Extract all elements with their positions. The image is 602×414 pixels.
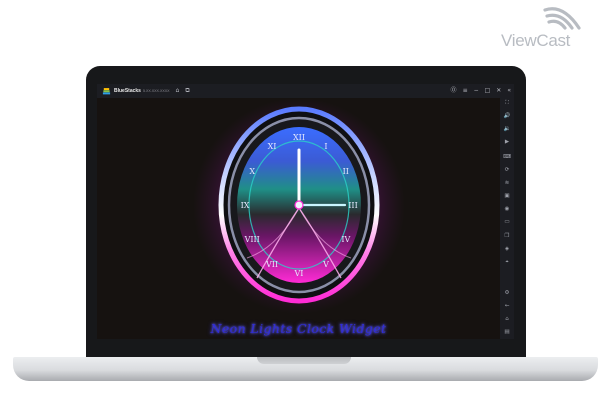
sidebar-record-icon[interactable]: ◉: [500, 206, 514, 213]
sidebar-location-icon[interactable]: ⌖: [500, 259, 514, 266]
clock-numeral: VI: [294, 269, 304, 278]
clock-numeral: VII: [265, 260, 278, 269]
window-controls: ⓪ ≡ − □ ✕ «: [445, 84, 511, 98]
menu-icon[interactable]: ≡: [463, 88, 468, 94]
neon-clock-widget: XIIIIIIIIIVVVIVIIVIIIIXXXI: [193, 98, 405, 314]
emulator-window: BlueStacks 5.XX.XXX.XXXX ⌂ ⧉ ⓪ ≡ − □ ✕ «: [97, 84, 514, 339]
clock-numeral: III: [348, 201, 357, 210]
home-icon[interactable]: ⌂: [176, 88, 180, 94]
clock-numeral: XII: [293, 133, 305, 142]
sidebar-home-icon[interactable]: ⌂: [500, 316, 514, 323]
broadcast-waves-icon: [543, 7, 581, 30]
sidebar-back-icon[interactable]: ←: [500, 303, 514, 310]
laptop-notch: [257, 357, 351, 364]
clock-numeral: X: [249, 167, 255, 176]
maximize-icon[interactable]: □: [485, 88, 491, 94]
emulator-sidebar: ⛶ 🔊 🔉 ▶ ⌨ ⟳ ≋ ▣ ◉ ▭ ❐ ◈ ⌖ ⚙ ← ⌂ ▤: [500, 98, 514, 339]
clock-numeral: II: [343, 167, 349, 176]
sidebar-recent-apps-icon[interactable]: ▤: [500, 329, 514, 336]
viewcast-logo-text: ViewCast: [501, 31, 571, 50]
app-name: BlueStacks: [114, 88, 141, 94]
multi-instance-icon[interactable]: ⧉: [185, 88, 189, 94]
clock-numeral: XI: [268, 142, 277, 151]
sidebar-volume-down-icon[interactable]: 🔉: [500, 126, 514, 133]
window-titlebar: BlueStacks 5.XX.XXX.XXXX ⌂ ⧉ ⓪ ≡ − □ ✕ «: [97, 84, 514, 98]
sidebar-copy-icon[interactable]: ❐: [500, 233, 514, 240]
widget-title: Neon Lights Clock Widget: [210, 321, 387, 336]
sidebar-settings-icon[interactable]: ⚙: [500, 290, 514, 297]
sidebar-shake-icon[interactable]: ≋: [500, 180, 514, 187]
viewcast-logo: ViewCast: [501, 4, 595, 50]
sidebar-play-icon[interactable]: ▶: [500, 139, 514, 146]
help-icon[interactable]: ⓪: [451, 88, 457, 94]
clock-numeral: VIII: [244, 235, 260, 244]
clock-numeral: IX: [241, 201, 250, 210]
clock-numeral: I: [324, 142, 327, 151]
bluestacks-logo-icon: [102, 87, 111, 94]
sidebar-keyboard-icon[interactable]: ⌨: [500, 154, 514, 161]
collapse-sidebar-icon[interactable]: «: [507, 88, 511, 94]
sidebar-screenshot-icon[interactable]: ▣: [500, 193, 514, 200]
sidebar-rotate-icon[interactable]: ⟳: [500, 167, 514, 174]
clock-numeral: IV: [341, 235, 350, 244]
sidebar-layers-icon[interactable]: ◈: [500, 246, 514, 253]
app-version: 5.XX.XXX.XXXX: [142, 89, 170, 93]
sidebar-folder-icon[interactable]: ▭: [500, 219, 514, 226]
app-content[interactable]: XII I II III IV V VI VII VIII IX X XI Neon Lights C…: [97, 98, 500, 339]
minimize-icon[interactable]: −: [474, 88, 479, 94]
close-icon[interactable]: ✕: [496, 88, 501, 94]
sidebar-fullscreen-icon[interactable]: ⛶: [500, 100, 514, 107]
clock-numeral: V: [322, 260, 329, 269]
sidebar-volume-up-icon[interactable]: 🔊: [500, 113, 514, 120]
clock-center-pin: [294, 200, 304, 210]
